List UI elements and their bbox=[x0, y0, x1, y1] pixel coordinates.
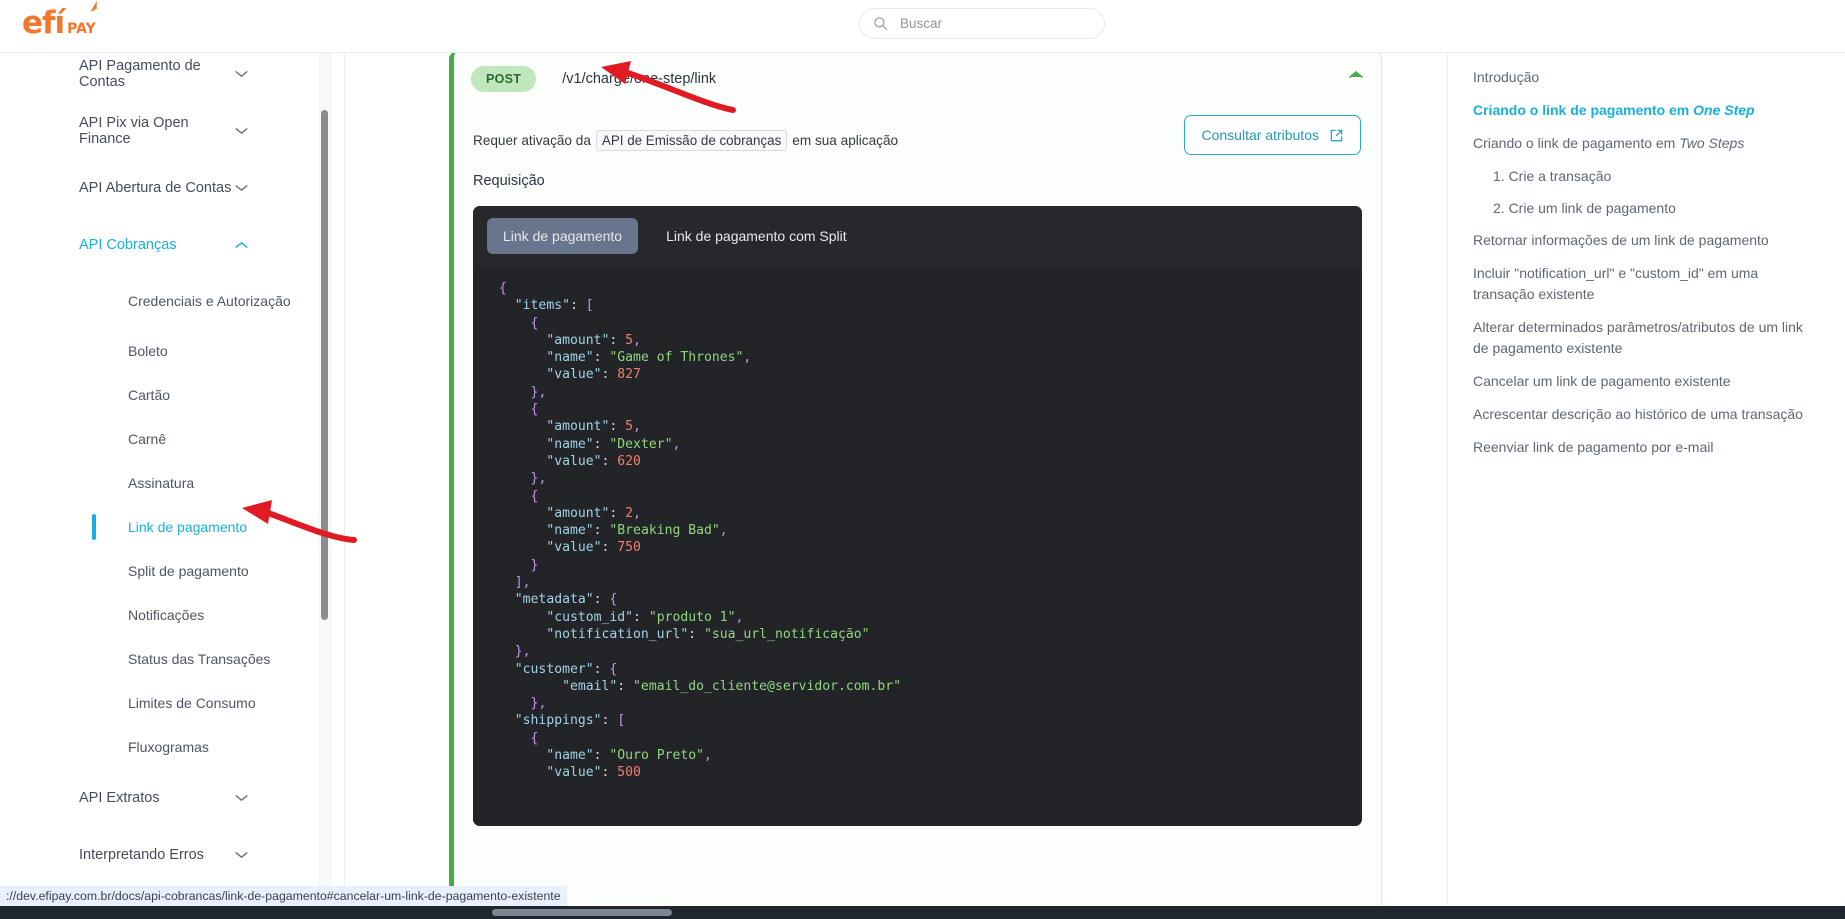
code-tabs[interactable]: Link de pagamento Link de pagamento com S… bbox=[473, 206, 1362, 266]
toc-item-6[interactable]: Incluir "notification_url" e "custom_id"… bbox=[1473, 263, 1805, 305]
sidebar-item-label: Carnê bbox=[128, 430, 167, 447]
sidebar-item-label: Status das Transações bbox=[128, 650, 271, 667]
sidebar-item-label: Limites de Consumo bbox=[128, 694, 256, 711]
logo-pay-text: PAY bbox=[67, 21, 96, 37]
status-url: ://dev.efipay.com.br/docs/api-cobrancas/… bbox=[6, 889, 561, 903]
consultar-atributos-label: Consultar atributos bbox=[1201, 127, 1319, 143]
toc-item-3[interactable]: 1. Crie a transação bbox=[1473, 166, 1805, 187]
sidebar-group-3[interactable]: API Cobranças bbox=[0, 216, 344, 273]
sidebar-group-label: API Abertura de Contas bbox=[79, 179, 232, 196]
http-method-badge: POST bbox=[471, 66, 537, 92]
sidebar-item-7[interactable]: Notificações bbox=[0, 593, 344, 637]
sidebar-item-label: Link de pagamento bbox=[128, 518, 248, 535]
sidebar-item-label: Notificações bbox=[128, 606, 205, 623]
note-prefix: Requer ativação da bbox=[473, 132, 591, 148]
consultar-atributos-button[interactable]: Consultar atributos bbox=[1184, 115, 1361, 155]
left-sidebar[interactable]: API Pagamento de Contas API Pix via Open … bbox=[0, 53, 345, 899]
sidebar-item-4[interactable]: Assinatura bbox=[0, 461, 344, 505]
endpoint-header[interactable]: POST /v1/charge/one-step/link bbox=[454, 53, 1381, 105]
code-block: Link de pagamento Link de pagamento com S… bbox=[473, 206, 1362, 826]
code-tab-0[interactable]: Link de pagamento bbox=[487, 218, 639, 254]
sidebar-item-2[interactable]: Cartão bbox=[0, 373, 344, 417]
external-link-icon bbox=[1330, 129, 1343, 141]
sidebar-item-5[interactable]: Link de pagamento bbox=[0, 505, 344, 549]
page-root: efí PAY API Pagamento de Contas API Pix v… bbox=[0, 0, 1845, 919]
sidebar-item-0[interactable]: Credenciais e Autorização bbox=[0, 273, 344, 329]
active-marker bbox=[92, 514, 96, 540]
sidebar-item-3[interactable]: Carnê bbox=[0, 417, 344, 461]
sidebar-item-9[interactable]: Limites de Consumo bbox=[0, 681, 344, 725]
chevron-down-icon[interactable] bbox=[235, 851, 248, 859]
browser-bottom-strip bbox=[0, 906, 1845, 919]
efi-pay-logo[interactable]: efí PAY bbox=[22, 1, 97, 41]
sidebar-scrollbar-thumb[interactable] bbox=[321, 110, 328, 620]
sidebar-item-1[interactable]: Boleto bbox=[0, 329, 344, 373]
sidebar-item-8[interactable]: Status das Transações bbox=[0, 637, 344, 681]
sidebar-item-10[interactable]: Fluxogramas bbox=[0, 725, 344, 769]
toc-item-10[interactable]: Reenviar link de pagamento por e-mail bbox=[1473, 437, 1805, 458]
table-of-contents[interactable]: Introdução Criando o link de pagamento em… bbox=[1447, 53, 1845, 919]
toc-item-0[interactable]: Introdução bbox=[1473, 67, 1805, 88]
toc-item-5[interactable]: Retornar informações de um link de pagam… bbox=[1473, 230, 1805, 251]
toc-item-8[interactable]: Cancelar um link de pagamento existente bbox=[1473, 371, 1805, 392]
sidebar-group-label: API Cobranças bbox=[79, 236, 177, 253]
sidebar-item-label: Split de pagamento bbox=[128, 562, 249, 579]
toc-item-4[interactable]: 2. Crie um link de pagamento bbox=[1473, 198, 1805, 219]
json-code: { "items": [ { "amount": 5, "name": "Gam… bbox=[499, 281, 902, 781]
sidebar-item-6[interactable]: Split de pagamento bbox=[0, 549, 344, 593]
chevron-down-icon[interactable] bbox=[235, 184, 248, 192]
sidebar-group-0[interactable]: API Pagamento de Contas bbox=[0, 53, 344, 102]
sidebar-item-label: Cartão bbox=[128, 386, 171, 403]
chevron-down-icon[interactable] bbox=[235, 127, 248, 135]
toc-item-7[interactable]: Alterar determinados parâmetros/atributo… bbox=[1473, 317, 1805, 359]
note-suffix: em sua aplicação bbox=[792, 132, 899, 148]
chevron-down-icon[interactable] bbox=[235, 70, 248, 78]
horizontal-scrollbar-thumb[interactable] bbox=[492, 909, 672, 916]
code-tab-1[interactable]: Link de pagamento com Split bbox=[650, 218, 863, 254]
search-input[interactable] bbox=[898, 15, 1088, 32]
endpoint-note-row: Requer ativação da API de Emissão de cob… bbox=[454, 105, 1381, 161]
sidebar-group-label: API Pix via Open Finance bbox=[79, 114, 189, 147]
sidebar-item-label: Assinatura bbox=[128, 474, 195, 491]
chevron-up-icon[interactable] bbox=[235, 241, 248, 249]
sidebar-item-label: Boleto bbox=[128, 342, 168, 359]
top-header: efí PAY bbox=[0, 0, 1845, 53]
endpoint-card: POST /v1/charge/one-step/link Requer ati… bbox=[449, 53, 1382, 919]
search-box[interactable] bbox=[859, 8, 1105, 39]
logo-tick-icon bbox=[90, 1, 97, 12]
sidebar-group-label: Interpretando Erros bbox=[79, 846, 204, 863]
request-section-title: Requisição bbox=[473, 173, 545, 189]
sidebar-group-label: API Pagamento de Contas bbox=[79, 57, 201, 90]
endpoint-path: /v1/charge/one-step/link bbox=[562, 71, 717, 87]
sidebar-item-label: Credenciais e Autorização bbox=[128, 292, 291, 309]
logo-text: efí bbox=[22, 5, 65, 41]
chevron-down-icon[interactable] bbox=[235, 794, 248, 802]
code-area[interactable]: { "items": [ { "amount": 5, "name": "Gam… bbox=[473, 266, 1362, 826]
main-content: POST /v1/charge/one-step/link Requer ati… bbox=[346, 53, 1446, 919]
browser-status-bar: ://dev.efipay.com.br/docs/api-cobrancas/… bbox=[0, 886, 567, 906]
toc-item-9[interactable]: Acrescentar descrição ao histórico de um… bbox=[1473, 404, 1805, 425]
sidebar-bottom-group-1[interactable]: Interpretando Erros bbox=[0, 826, 344, 883]
sidebar-item-label: Fluxogramas bbox=[128, 738, 209, 755]
toc-item-2[interactable]: Criando o link de pagamento em Two Steps bbox=[1473, 133, 1805, 154]
toc-item-1[interactable]: Criando o link de pagamento em One Step bbox=[1473, 100, 1805, 121]
activation-note: Requer ativação da API de Emissão de cob… bbox=[473, 129, 899, 151]
sidebar-group-2[interactable]: API Abertura de Contas bbox=[0, 159, 344, 216]
api-name-chip: API de Emissão de cobranças bbox=[595, 129, 788, 151]
search-icon bbox=[874, 17, 888, 31]
sidebar-bottom-group-0[interactable]: API Extratos bbox=[0, 769, 344, 826]
sidebar-group-1[interactable]: API Pix via Open Finance bbox=[0, 102, 344, 159]
chevron-up-icon[interactable] bbox=[1349, 70, 1363, 79]
sidebar-group-label: API Extratos bbox=[79, 789, 160, 806]
